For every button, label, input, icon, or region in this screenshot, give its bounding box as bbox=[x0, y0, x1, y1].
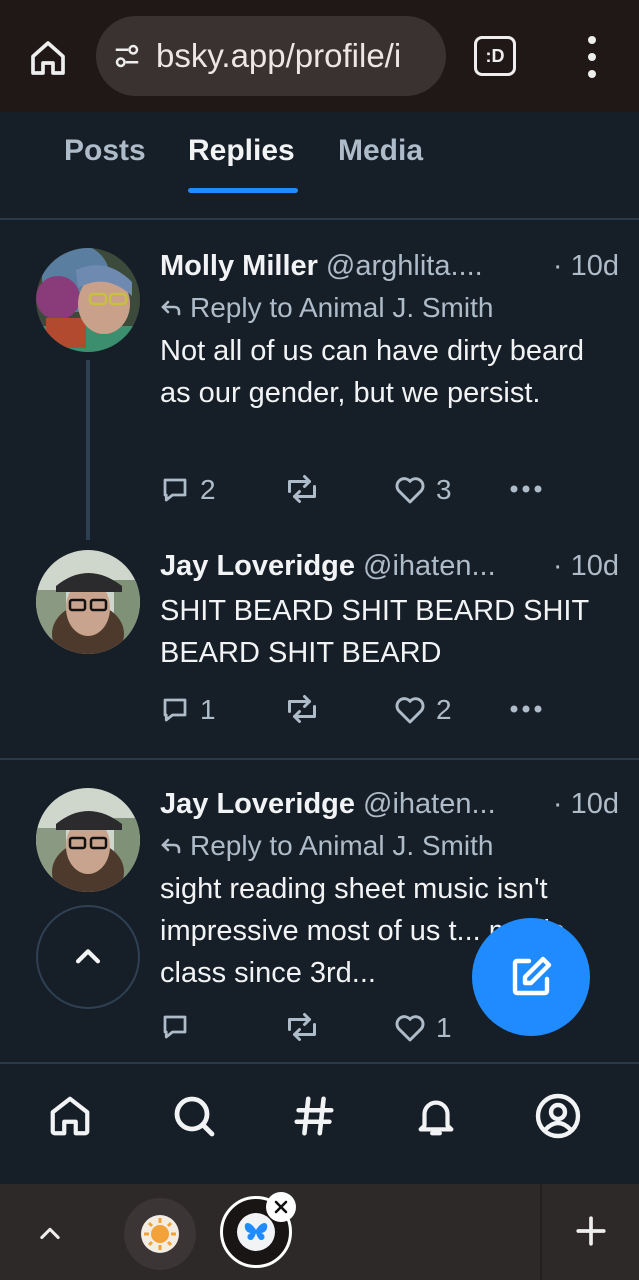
reply-count: 1 bbox=[200, 694, 216, 725]
tab-posts[interactable]: Posts bbox=[64, 134, 146, 168]
url-text: bsky.app/profile/i bbox=[156, 37, 402, 74]
active-tab-indicator bbox=[188, 188, 298, 193]
repost-icon bbox=[288, 1013, 316, 1041]
repost-icon bbox=[288, 475, 316, 503]
tab-media[interactable]: Media bbox=[338, 134, 423, 168]
reply-icon bbox=[163, 698, 187, 722]
post-time[interactable]: · 10d bbox=[553, 250, 619, 283]
author-handle[interactable]: @ihaten... bbox=[363, 788, 496, 821]
post-header: Jay Loveridge @ihaten... · 10d bbox=[160, 788, 619, 821]
like-button[interactable]: 3 bbox=[394, 474, 452, 506]
tab-replies[interactable]: Replies bbox=[188, 134, 295, 168]
browser-tab-favicon[interactable] bbox=[124, 1198, 196, 1270]
post-actions: 2 3 bbox=[160, 474, 560, 514]
nav-feeds-hashtag-icon[interactable] bbox=[290, 1092, 338, 1140]
more-options-button[interactable] bbox=[508, 694, 544, 724]
browser-toolbar: bsky.app/profile/i :D bbox=[0, 0, 639, 112]
author-name[interactable]: Jay Loveridge bbox=[160, 550, 355, 583]
more-options-button[interactable] bbox=[508, 474, 544, 504]
reply-button[interactable] bbox=[160, 1012, 200, 1042]
post-header: Molly Miller @arghlita.... · 10d bbox=[160, 250, 619, 283]
reply-arrow-icon bbox=[161, 300, 181, 316]
reply-count: 2 bbox=[200, 474, 216, 505]
author-name[interactable]: Molly Miller bbox=[160, 250, 318, 283]
avatar[interactable] bbox=[36, 550, 140, 654]
site-settings-icon[interactable] bbox=[110, 39, 144, 73]
screen: bsky.app/profile/i :D Posts Replies Medi… bbox=[0, 0, 639, 1280]
tab-strip-divider bbox=[540, 1184, 542, 1280]
like-button[interactable]: 1 bbox=[394, 1012, 452, 1044]
browser-tab-strip bbox=[0, 1184, 639, 1280]
expand-tabs-chevron-up-icon[interactable] bbox=[30, 1214, 70, 1254]
repost-button[interactable] bbox=[282, 474, 322, 504]
avatar[interactable] bbox=[36, 788, 140, 892]
extension-button[interactable]: :D bbox=[474, 36, 516, 76]
browser-home-icon[interactable] bbox=[24, 34, 72, 82]
nav-profile-icon[interactable] bbox=[534, 1092, 582, 1140]
reply-button[interactable]: 2 bbox=[160, 474, 216, 506]
repost-button[interactable] bbox=[282, 1012, 322, 1042]
like-count: 2 bbox=[436, 694, 452, 725]
like-count: 3 bbox=[436, 474, 452, 505]
compose-icon bbox=[512, 956, 552, 996]
url-bar[interactable]: bsky.app/profile/i bbox=[96, 16, 446, 96]
heart-icon bbox=[395, 1015, 425, 1042]
like-button[interactable]: 2 bbox=[394, 694, 452, 726]
sun-favicon-icon bbox=[141, 1215, 179, 1253]
author-name[interactable]: Jay Loveridge bbox=[160, 788, 355, 821]
post-text: SHIT BEARD SHIT BEARD SHIT BEARD SHIT BE… bbox=[160, 595, 589, 669]
reply-button[interactable]: 1 bbox=[160, 694, 216, 726]
reply-to-line[interactable]: Reply to Animal J. Smith bbox=[160, 292, 493, 324]
nav-notifications-bell-icon[interactable] bbox=[412, 1092, 460, 1140]
reply-to-text: Reply to Animal J. Smith bbox=[190, 292, 494, 323]
avatar[interactable] bbox=[36, 248, 140, 352]
repost-button[interactable] bbox=[282, 694, 322, 724]
author-handle[interactable]: @ihaten... bbox=[363, 550, 496, 583]
repost-icon bbox=[288, 695, 316, 723]
like-count: 1 bbox=[436, 1012, 452, 1043]
reply-icon bbox=[163, 478, 187, 502]
nav-home-icon[interactable] bbox=[46, 1092, 94, 1140]
browser-menu-icon[interactable] bbox=[574, 36, 610, 78]
reply-arrow-icon bbox=[161, 838, 181, 854]
post-time[interactable]: · 10d bbox=[553, 550, 619, 583]
post-actions: 1 2 bbox=[160, 694, 560, 734]
heart-icon bbox=[395, 697, 425, 724]
new-tab-plus-icon[interactable] bbox=[570, 1210, 612, 1252]
reply-to-line[interactable]: Reply to Animal J. Smith bbox=[160, 830, 493, 862]
ellipsis-icon bbox=[510, 705, 542, 713]
compose-post-button[interactable] bbox=[472, 918, 590, 1036]
thread-line bbox=[86, 360, 90, 540]
close-tab-icon[interactable] bbox=[266, 1192, 296, 1222]
post-time[interactable]: · 10d bbox=[553, 788, 619, 821]
chevron-up-icon bbox=[75, 949, 101, 964]
post-text: Not all of us can have dirty beard as ou… bbox=[160, 335, 584, 409]
ellipsis-icon bbox=[510, 485, 542, 493]
scroll-to-top-button[interactable] bbox=[36, 905, 140, 1009]
reply-icon bbox=[163, 1015, 187, 1039]
post-header: Jay Loveridge @ihaten... · 10d bbox=[160, 550, 619, 583]
author-handle[interactable]: @arghlita.... bbox=[326, 250, 483, 283]
nav-search-icon[interactable] bbox=[170, 1092, 218, 1140]
profile-tabs: Posts Replies Media bbox=[0, 112, 639, 220]
post-divider bbox=[0, 758, 639, 760]
heart-icon bbox=[395, 477, 425, 504]
reply-to-text: Reply to Animal J. Smith bbox=[190, 830, 494, 861]
bottom-navigation bbox=[0, 1062, 639, 1184]
